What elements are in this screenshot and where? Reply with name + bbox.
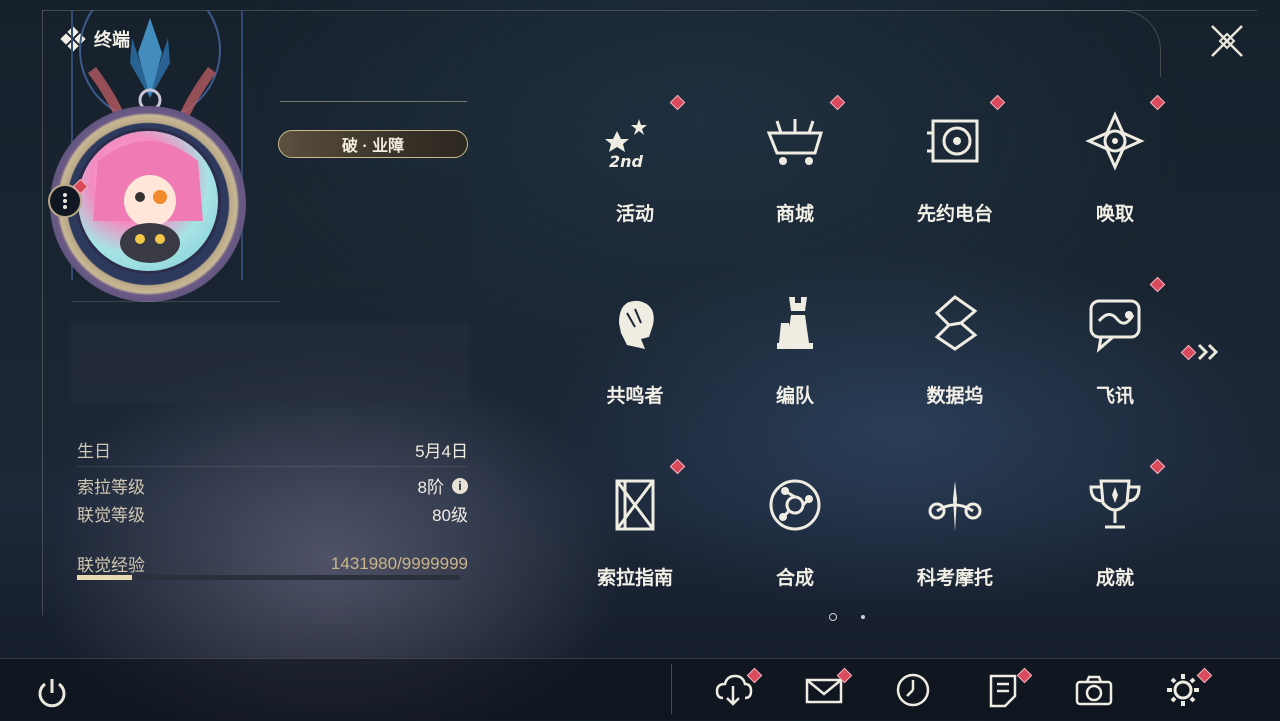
power-button[interactable] xyxy=(32,673,72,713)
card-divider xyxy=(72,301,280,302)
bottom-bar-divider xyxy=(671,664,672,714)
exp-label: 联觉经验 xyxy=(77,556,145,575)
notification-badge xyxy=(1149,458,1166,475)
title-badge-label: 破 · 业障 xyxy=(341,138,405,155)
avatar[interactable] xyxy=(75,128,221,274)
stat-label: 联觉等级 xyxy=(77,506,145,525)
synthesis-icon xyxy=(765,475,825,535)
menu-item-guide-book[interactable]: 索拉指南 xyxy=(560,457,710,607)
stat-label: 生日 xyxy=(77,442,111,461)
notification-badge xyxy=(829,94,846,111)
clock-icon xyxy=(896,673,930,707)
blurred-signature-area xyxy=(70,323,470,403)
stat-value: 8阶 xyxy=(417,478,444,497)
camera-icon xyxy=(1075,675,1113,706)
resonator-icon xyxy=(605,293,665,353)
camera-button[interactable] xyxy=(1073,670,1113,710)
close-icon xyxy=(1211,25,1243,57)
shop-cart-icon xyxy=(765,111,825,171)
mail-button[interactable] xyxy=(803,667,853,710)
frame-left-line xyxy=(42,10,43,615)
stat-value: 80级 xyxy=(432,506,468,525)
power-icon xyxy=(38,679,66,708)
menu-item-team-chess[interactable]: 编队 xyxy=(720,275,870,425)
menu-item-radio[interactable]: 先约电台 xyxy=(880,93,1030,243)
name-underline xyxy=(280,101,467,102)
notification-badge xyxy=(669,94,686,111)
stat-value: 5月4日 xyxy=(415,442,468,461)
more-dots-icon xyxy=(63,191,67,211)
menu-item-label: 活动 xyxy=(615,204,654,225)
notification-badge xyxy=(1149,94,1166,111)
menu-item-label: 先约电台 xyxy=(916,204,993,225)
team-chess-icon xyxy=(765,293,825,353)
menu-item-label: 编队 xyxy=(775,386,814,407)
menu-item-label: 索拉指南 xyxy=(596,568,673,589)
exp-progress-track xyxy=(77,575,460,580)
next-page-badge xyxy=(1180,344,1197,361)
double-chevron-right-icon xyxy=(1197,343,1219,361)
notification-badge xyxy=(1149,276,1166,293)
notification-badge xyxy=(669,458,686,475)
menu-item-trophy[interactable]: 成就 xyxy=(1040,457,1190,607)
menu-item-label: 唤取 xyxy=(1095,204,1134,225)
menu-item-chat-message[interactable]: 飞讯 xyxy=(1040,275,1190,425)
menu-item-label: 数据坞 xyxy=(926,386,984,407)
next-page-button[interactable] xyxy=(1180,340,1226,364)
menu-item-data-bank[interactable]: 数据坞 xyxy=(880,275,1030,425)
exp-value: 1431980/9999999 xyxy=(330,553,468,573)
menu-item-label: 合成 xyxy=(775,568,814,589)
menu-item-label: 共鸣者 xyxy=(606,386,664,407)
guide-book-icon xyxy=(605,475,665,535)
crown-emblem-icon xyxy=(130,18,170,112)
convene-icon xyxy=(1085,111,1145,171)
menu-item-label: 飞讯 xyxy=(1095,386,1134,407)
menu-item-label: 科考摩托 xyxy=(916,568,993,589)
notification-badge xyxy=(989,94,1006,111)
menu-item-event-2nd-hd[interactable]: 2nd 活动 xyxy=(560,93,710,243)
menu-item-convene[interactable]: 唤取 xyxy=(1040,93,1190,243)
menu-item-label: 商城 xyxy=(775,204,814,225)
page-dot xyxy=(861,615,865,619)
stat-label: 索拉等级 xyxy=(77,478,145,497)
menu-item-label: 成就 xyxy=(1095,568,1134,589)
stat-row-union-level: 联觉等级 80级 xyxy=(77,501,468,526)
menu-item-motorcycle[interactable]: 科考摩托 xyxy=(880,457,1030,607)
radio-icon xyxy=(925,111,985,171)
trophy-icon xyxy=(1085,475,1145,535)
menu-item-shop-cart[interactable]: 商城 xyxy=(720,93,870,243)
stat-row-sol-rank: 索拉等级 8阶 i xyxy=(77,473,468,498)
chat-message-icon xyxy=(1085,293,1145,353)
blurred-name-area xyxy=(268,174,468,288)
stat-divider xyxy=(77,466,468,467)
info-icon[interactable]: i xyxy=(452,477,468,494)
data-bank-icon xyxy=(925,293,985,353)
stat-row-union-exp: 联觉经验 1431980/9999999 xyxy=(77,551,468,576)
close-button[interactable] xyxy=(1206,20,1248,62)
page-dot-active xyxy=(829,613,837,621)
event-2nd-hd-icon: 2nd xyxy=(605,111,665,171)
frame-corner xyxy=(1000,10,1161,77)
title-badge[interactable]: 破 · 业障 xyxy=(278,130,468,158)
motorcycle-icon xyxy=(925,475,985,535)
menu-item-synthesis[interactable]: 合成 xyxy=(720,457,870,607)
stat-row-birthday: 生日 5月4日 xyxy=(77,437,468,462)
avatar-character-icon xyxy=(93,141,203,263)
menu-item-resonator[interactable]: 共鸣者 xyxy=(560,275,710,425)
notice-button[interactable] xyxy=(983,667,1033,710)
download-cloud-button[interactable] xyxy=(713,667,763,710)
settings-gear-button[interactable] xyxy=(1163,667,1213,710)
exp-progress-fill xyxy=(77,575,132,580)
svg-text:2nd: 2nd xyxy=(609,152,644,171)
clock-button[interactable] xyxy=(893,670,933,710)
